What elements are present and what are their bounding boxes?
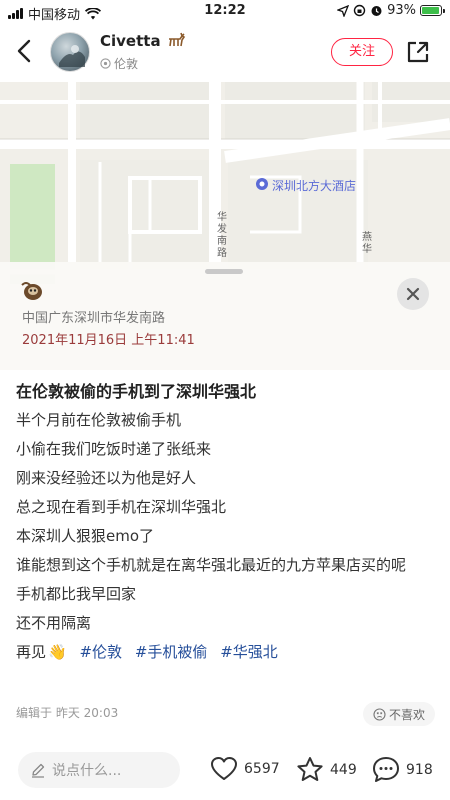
share-icon[interactable] [404, 38, 432, 66]
like-count: 6597 [244, 761, 280, 777]
collect-button[interactable]: 449 [296, 756, 357, 783]
note-header: Civetta 伦敦 关注 [0, 22, 450, 82]
author-location: 伦敦 [114, 57, 139, 71]
note-line: 总之现在看到手机在深圳华强北 [16, 498, 227, 516]
star-icon [297, 757, 323, 781]
battery-percent: 93% [387, 3, 416, 18]
alarm-icon [371, 6, 382, 16]
author-name[interactable]: Civetta [100, 32, 161, 50]
comment-input[interactable]: 说点什么... [18, 752, 180, 788]
avatar-image [59, 45, 85, 67]
battery-icon [420, 5, 445, 16]
close-icon [406, 287, 420, 301]
road-label: 华发南路 [217, 212, 227, 259]
note-last-text: 再见 [16, 643, 47, 661]
comment-count: 918 [406, 761, 433, 778]
deer-icon [168, 32, 185, 47]
dislike-label: 不喜欢 [388, 707, 425, 722]
hashtag-london[interactable]: #伦敦 [79, 643, 122, 661]
edit-timestamp: 编辑于 昨天 20:03 [16, 706, 119, 720]
location-card: 中国广东深圳市华发南路 2021年11月16日 上午11:41 [0, 262, 450, 370]
back-button[interactable] [10, 36, 40, 66]
road-label-2: 燕华 [362, 232, 372, 255]
author-location-row: 伦敦 [100, 55, 138, 72]
note-line: 刚来没经验还以为他是好人 [16, 469, 197, 487]
poi-label[interactable]: 深圳北方大酒店 [272, 177, 356, 194]
waving-hand-icon: 👋 [48, 643, 67, 661]
author-avatar[interactable] [50, 32, 90, 72]
hashtag-phone-stolen[interactable]: #手机被偷 [135, 643, 208, 661]
sloth-icon [21, 282, 42, 300]
follow-button[interactable]: 关注 [331, 38, 393, 66]
note-title: 在伦敦被偷的手机到了深圳华强北 [16, 382, 257, 401]
comment-bubble-icon [373, 757, 399, 782]
close-location-button[interactable] [397, 278, 429, 310]
status-right: 93% [337, 3, 445, 18]
status-bar: 中国移动 12:22 93% [0, 0, 450, 23]
dislike-face-icon [373, 707, 386, 721]
comment-button[interactable]: 918 [372, 756, 433, 783]
note-line-last: 再见 👋 #伦敦 #手机被偷 #华强北 [16, 638, 436, 667]
location-arrow-icon [337, 4, 350, 17]
hashtag-huaqiangbei[interactable]: #华强北 [220, 643, 278, 661]
note-line: 谁能想到这个手机就是在离华强北最近的九方苹果店买的呢 [16, 556, 407, 574]
dislike-button[interactable]: 不喜欢 [363, 702, 435, 726]
note-line: 小偷在我们吃饭时递了张纸来 [16, 440, 212, 458]
pencil-icon [32, 763, 45, 778]
note-body: 半个月前在伦敦被偷手机 小偷在我们吃饭时递了张纸来 刚来没经验还以为他是好人 总… [16, 406, 436, 667]
location-pin-icon [100, 58, 111, 69]
note-line: 半个月前在伦敦被偷手机 [16, 411, 182, 429]
location-address: 中国广东深圳市华发南路 [22, 311, 166, 326]
bottom-action-bar: 说点什么... 6597 449 918 [0, 740, 450, 800]
author-name-row[interactable]: Civetta [100, 32, 186, 50]
collect-count: 449 [330, 761, 357, 778]
battery-level [422, 7, 439, 14]
heart-icon [211, 757, 237, 780]
location-datetime: 2021年11月16日 上午11:41 [22, 333, 195, 348]
drag-handle[interactable] [205, 269, 243, 274]
comment-placeholder: 说点什么... [52, 763, 122, 779]
like-button[interactable]: 6597 [210, 756, 280, 782]
note-line: 手机都比我早回家 [16, 585, 137, 603]
note-line: 还不用隔离 [16, 614, 92, 632]
note-line: 本深圳人狠狠emo了 [16, 527, 155, 545]
orientation-lock-icon [353, 4, 366, 17]
